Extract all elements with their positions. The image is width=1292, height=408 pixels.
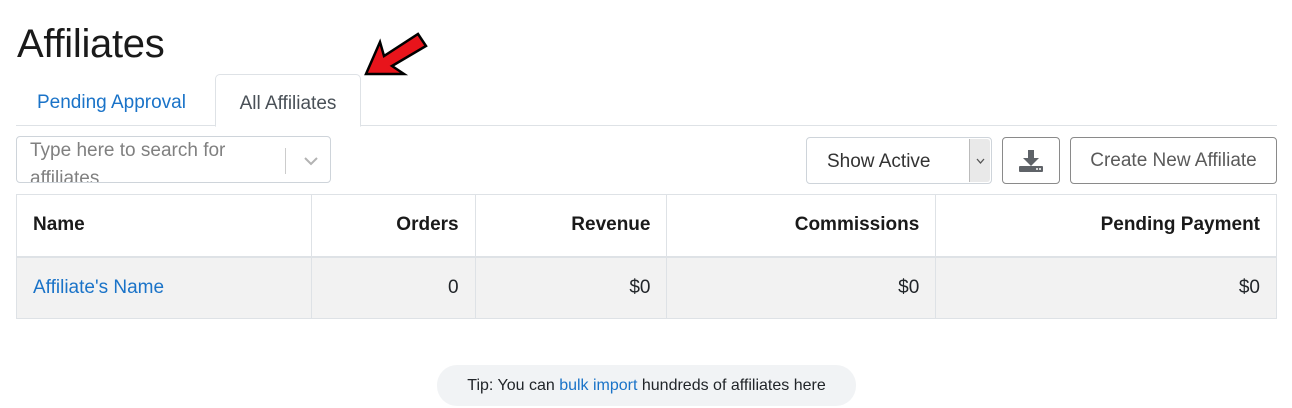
create-new-affiliate-button[interactable]: Create New Affiliate bbox=[1070, 137, 1277, 184]
tip-suffix: hundreds of affiliates here bbox=[637, 377, 826, 394]
tab-all-affiliates[interactable]: All Affiliates bbox=[215, 74, 361, 127]
tab-pending-approval[interactable]: Pending Approval bbox=[37, 74, 186, 126]
cell-commissions: $0 bbox=[666, 256, 937, 319]
chevron-down-icon[interactable] bbox=[297, 148, 325, 174]
tip-prefix: Tip: You can bbox=[467, 377, 560, 394]
column-header-revenue[interactable]: Revenue bbox=[474, 194, 668, 258]
download-icon bbox=[1019, 149, 1043, 172]
cell-pending-payment: $0 bbox=[935, 256, 1277, 319]
cell-orders: 0 bbox=[310, 256, 476, 319]
select-arrow-icon[interactable] bbox=[969, 139, 990, 182]
affiliate-search[interactable]: Type here to search for affiliates bbox=[16, 136, 331, 183]
search-input[interactable] bbox=[30, 137, 282, 182]
table-header-row: Name Orders Revenue Commissions Pending … bbox=[16, 194, 1277, 258]
column-header-orders[interactable]: Orders bbox=[310, 194, 476, 258]
table-row: Affiliate's Name 0 $0 $0 $0 bbox=[16, 256, 1277, 319]
column-header-name[interactable]: Name bbox=[16, 194, 312, 258]
cell-revenue: $0 bbox=[474, 256, 668, 319]
column-header-pending-payment[interactable]: Pending Payment bbox=[935, 194, 1277, 258]
column-header-commissions[interactable]: Commissions bbox=[666, 194, 937, 258]
page-title: Affiliates bbox=[17, 22, 165, 66]
search-divider bbox=[285, 148, 286, 174]
status-filter-select[interactable]: Show Active bbox=[806, 137, 992, 184]
download-button[interactable] bbox=[1002, 137, 1060, 184]
affiliates-table: Name Orders Revenue Commissions Pending … bbox=[16, 194, 1277, 319]
tab-bar: Pending Approval All Affiliates bbox=[16, 74, 1277, 127]
bulk-import-tip: Tip: You can bulk import hundreds of aff… bbox=[437, 365, 856, 406]
status-filter-value: Show Active bbox=[827, 151, 931, 172]
bulk-import-link[interactable]: bulk import bbox=[559, 377, 637, 394]
affiliate-name-link[interactable]: Affiliate's Name bbox=[33, 277, 164, 298]
